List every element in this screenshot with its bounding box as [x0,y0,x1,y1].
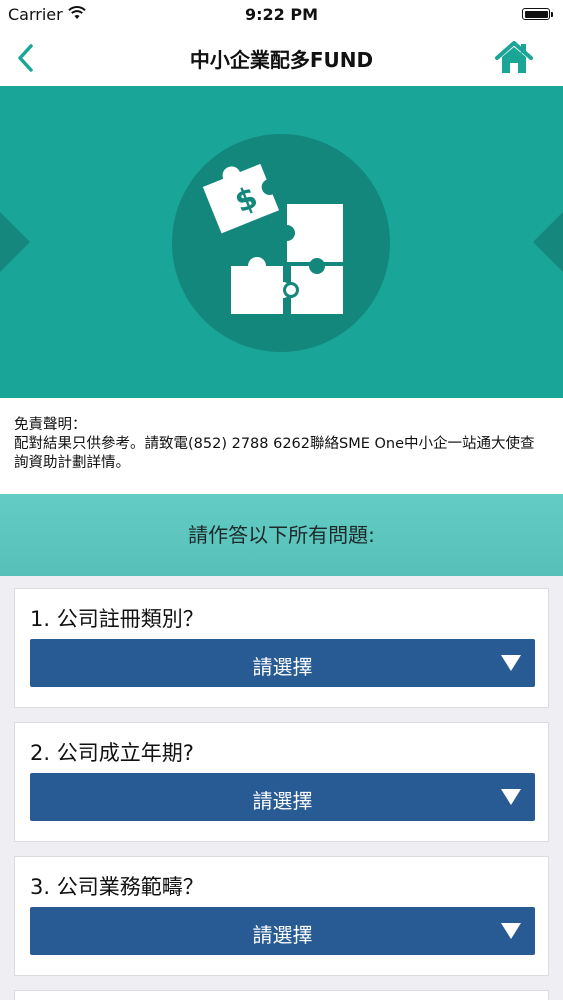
disclaimer-title: 免責聲明： [14,417,87,433]
question-card-1: 1. 公司註冊類別？ 請選擇 [14,588,549,708]
dropdown-arrow-icon [501,789,521,805]
navigation-bar: 中小企業配多FUND [0,30,563,86]
question-header: 請作答以下所有問題: [0,494,563,576]
company-type-select[interactable]: 請選擇 [30,639,535,687]
status-bar: Carrier 9:22 PM [0,0,563,30]
page-title: 中小企業配多FUND [189,48,374,72]
status-time: 9:22 PM [244,5,318,24]
home-button[interactable] [494,40,534,76]
select-value: 請選擇 [252,923,313,947]
battery-icon [522,8,553,20]
disclaimer-text: 配對結果只供參考。請致電(852) 2788 6262聯絡SME One中小企一… [14,436,535,471]
dropdown-arrow-icon [501,655,521,671]
question-label-1: 1. 公司註冊類別？ [30,607,204,631]
arrow-right-icon[interactable] [531,212,563,272]
question-card-4 [14,990,549,1000]
disclaimer: 免責聲明： 配對結果只供參考。請致電(852) 2788 6262聯絡SME O… [0,398,563,494]
question-label-2: 2. 公司成立年期? [30,741,194,765]
dropdown-arrow-icon [501,923,521,939]
banner: $ [0,86,563,398]
question-label-3: 3. 公司業務範疇？ [30,875,204,899]
question-card-2: 2. 公司成立年期? 請選擇 [14,722,549,842]
company-age-select[interactable]: 請選擇 [30,773,535,821]
arrow-left-icon[interactable] [0,212,32,272]
home-icon [495,41,533,73]
puzzle-icon: $ [202,163,343,314]
business-scope-select[interactable]: 請選擇 [30,907,535,955]
app-screen: Carrier 9:22 PM 中小企業配多FUND $ 免責聲明： 配對結果只… [0,0,563,1000]
select-value: 請選擇 [252,789,313,813]
question-card-3: 3. 公司業務範疇？ 請選擇 [14,856,549,976]
select-value: 請選擇 [252,655,313,679]
